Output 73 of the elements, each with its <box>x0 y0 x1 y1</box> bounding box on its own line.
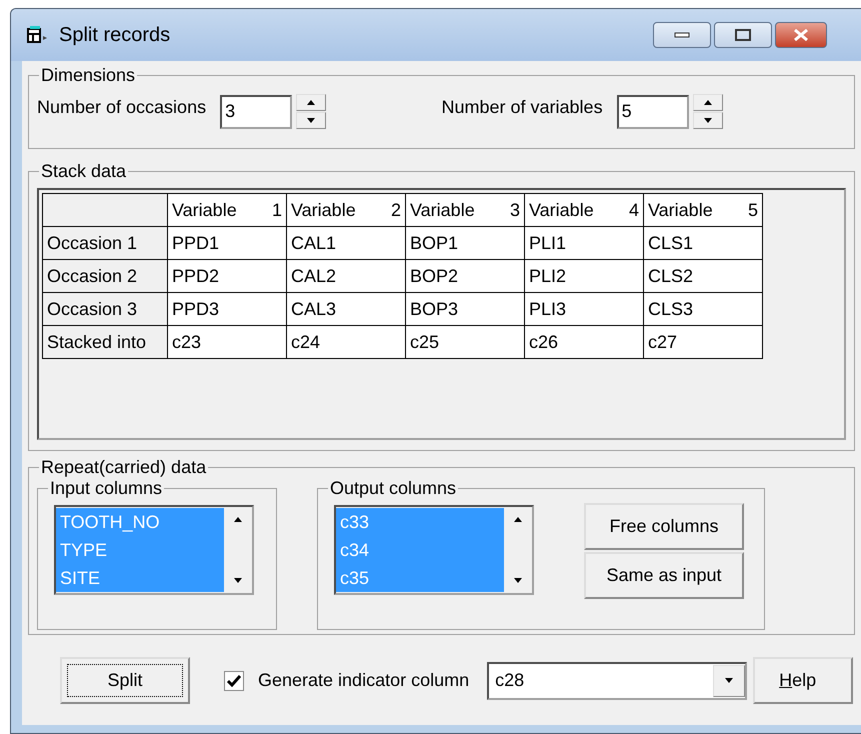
split-button[interactable]: Split <box>60 657 190 704</box>
table-cell[interactable]: PLI2 <box>524 260 644 292</box>
up-arrow-icon <box>704 100 712 105</box>
column-header-label: Variable <box>291 200 356 220</box>
up-arrow-icon <box>307 100 316 105</box>
increment-button[interactable] <box>296 94 326 111</box>
column-header-number: 3 <box>510 200 520 220</box>
row-header: Stacked into <box>42 326 168 358</box>
group-label: Repeat(carried) data <box>40 457 208 478</box>
table-cell[interactable]: CAL3 <box>286 292 406 326</box>
group-label: Output columns <box>329 478 458 499</box>
table-cell[interactable]: PPD1 <box>168 226 286 260</box>
up-arrow-icon <box>234 517 242 522</box>
number-field[interactable]: 5 <box>616 94 689 128</box>
column-header-number: 2 <box>390 200 401 220</box>
column-dropdown[interactable]: c28 <box>487 662 748 700</box>
table-cell[interactable]: BOP2 <box>406 260 524 292</box>
down-arrow-icon <box>725 678 734 683</box>
window-title: Split records <box>59 24 172 46</box>
dropdown-button[interactable] <box>713 664 746 696</box>
down-arrow-icon <box>514 578 522 583</box>
table-cell[interactable]: c25 <box>406 326 524 358</box>
group-label: Dimensions <box>40 65 136 86</box>
close-button[interactable] <box>775 22 827 48</box>
table-cell[interactable]: c23 <box>168 326 286 358</box>
maximize-icon <box>735 29 751 41</box>
table-cell[interactable]: PLI1 <box>524 226 644 260</box>
number-field[interactable]: 3 <box>220 94 292 128</box>
app-icon <box>27 26 49 44</box>
column-header-label: Variable <box>529 200 594 220</box>
field-label: Number of variables <box>442 97 603 118</box>
column-header-number: 1 <box>272 200 282 220</box>
table-cell[interactable]: BOP3 <box>406 292 524 326</box>
close-icon <box>793 29 809 41</box>
table-cell[interactable]: CLS3 <box>644 292 762 326</box>
table-cell[interactable]: CAL1 <box>286 226 406 260</box>
table-cell[interactable]: CLS1 <box>644 226 762 260</box>
table-cell[interactable]: PPD3 <box>168 292 286 326</box>
checkbox[interactable] <box>224 670 244 690</box>
table-cell[interactable]: c26 <box>524 326 644 358</box>
help-button[interactable]: Help <box>753 657 854 704</box>
table-cell[interactable]: BOP1 <box>406 226 524 260</box>
minimize-button[interactable] <box>653 22 711 48</box>
maximize-button[interactable] <box>714 22 772 48</box>
checkbox-label: Generate indicator column <box>258 670 470 691</box>
checkmark-icon <box>227 674 241 686</box>
group-label: Input columns <box>49 478 164 499</box>
table-cell[interactable]: PPD2 <box>168 260 286 292</box>
table-cell[interactable]: CLS2 <box>644 260 762 292</box>
table-cell[interactable]: c27 <box>644 326 762 358</box>
down-arrow-icon <box>307 118 316 123</box>
column-header-number: 5 <box>748 200 758 220</box>
increment-button[interactable] <box>692 94 723 111</box>
down-arrow-icon <box>234 578 242 583</box>
column-header-label: Variable <box>648 200 713 220</box>
table-cell[interactable]: CAL2 <box>286 260 406 292</box>
field-label: Number of occasions <box>37 97 206 118</box>
table-cell[interactable]: c24 <box>286 326 406 358</box>
column-header-label: Variable <box>410 200 475 220</box>
action-button[interactable]: Free columns <box>584 503 744 550</box>
row-header: Occasion 3 <box>42 292 168 326</box>
row-header: Occasion 1 <box>42 226 168 260</box>
minimize-icon <box>674 32 690 38</box>
up-arrow-icon <box>514 517 522 522</box>
column-header-number: 4 <box>628 200 639 220</box>
down-arrow-icon <box>704 118 712 123</box>
decrement-button[interactable] <box>296 112 326 129</box>
row-header: Occasion 2 <box>42 260 168 292</box>
group-label: Stack data <box>40 161 128 182</box>
column-header-label: Variable <box>172 200 237 220</box>
action-button[interactable]: Same as input <box>584 552 744 599</box>
table-cell[interactable]: PLI3 <box>524 292 644 326</box>
decrement-button[interactable] <box>692 112 723 129</box>
